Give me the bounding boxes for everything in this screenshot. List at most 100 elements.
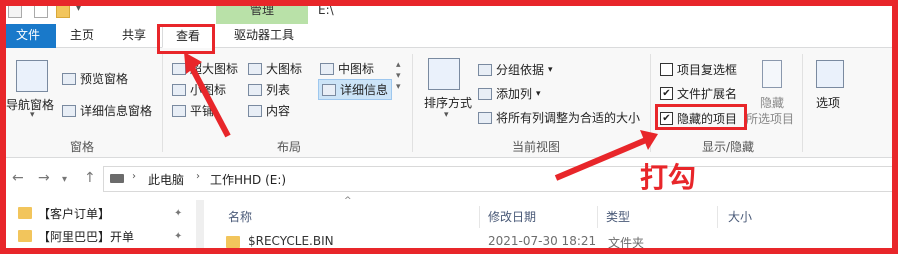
pin-icon[interactable]: ✦ [174, 208, 182, 219]
group-by-icon [478, 63, 492, 76]
group-divider [802, 54, 803, 152]
tab-view[interactable]: 查看 [162, 24, 214, 48]
layout-list[interactable]: 列表 [248, 81, 290, 98]
group-divider [412, 54, 413, 152]
hide-selected-icon [762, 60, 782, 88]
group-divider [162, 54, 163, 152]
size-columns-button[interactable]: 将所有列调整为合适的大小 [478, 109, 640, 126]
hidden-items-checkbox: ✔ [660, 112, 673, 125]
add-columns-button[interactable]: 添加列 ▾ [478, 85, 541, 102]
preview-pane-button[interactable]: 预览窗格 [62, 70, 128, 87]
preview-pane-label: 预览窗格 [80, 72, 129, 86]
options-button[interactable]: 选项 [816, 94, 840, 111]
layout-large-label: 大图标 [266, 62, 303, 76]
annotation-arrow-up [184, 52, 231, 138]
layout-details-label: 详细信息 [340, 83, 389, 97]
column-header-type[interactable]: 类型 [600, 206, 718, 228]
nav-item-label: 【客户订单】 [38, 206, 111, 221]
breadcrumb-drive[interactable]: 工作HHD (E:) [210, 171, 286, 188]
window-title: E:\ [318, 3, 334, 17]
show-hide-group-label: 显示/隐藏 [701, 140, 755, 154]
title-bar [0, 0, 898, 24]
tab-file[interactable]: 文件 [0, 24, 56, 48]
list-icon [248, 83, 262, 96]
hide-selected-label[interactable]: 隐藏 [760, 94, 784, 111]
sort-dropdown-icon[interactable]: ▾ [444, 110, 449, 120]
options-icon [816, 60, 844, 88]
file-type: 文件夹 [608, 236, 645, 250]
large-icons-icon [248, 62, 262, 75]
details-icon [322, 83, 336, 96]
nav-item-customer-orders[interactable]: 【客户订单】 [18, 202, 110, 224]
file-extensions-label: 文件扩展名 [677, 87, 738, 101]
file-extensions-toggle[interactable]: ✔ 文件扩展名 [660, 85, 737, 102]
forward-icon[interactable]: → [38, 170, 50, 186]
nav-pane-scrollbar[interactable] [196, 200, 204, 254]
layout-list-label: 列表 [266, 83, 291, 97]
group-by-button[interactable]: 分组依据 ▾ [478, 61, 553, 78]
tab-manage[interactable]: 管理 [216, 0, 308, 24]
group-by-label: 分组依据 [496, 63, 545, 77]
sort-icon [428, 58, 460, 90]
new-folder-icon[interactable] [56, 4, 70, 18]
folder-icon [18, 230, 32, 242]
layout-content[interactable]: 内容 [248, 102, 290, 119]
breadcrumb-separator-icon: › [196, 171, 200, 182]
add-columns-label: 添加列 [496, 87, 533, 101]
tab-home[interactable]: 主页 [60, 24, 104, 48]
hide-selected-sub-label: 所选项目 [746, 112, 795, 126]
size-columns-label: 将所有列调整为合适的大小 [496, 111, 641, 125]
hidden-items-label: 隐藏的项目 [677, 112, 738, 126]
details-pane-label: 详细信息窗格 [80, 104, 153, 118]
up-icon[interactable]: ↑ [84, 170, 96, 186]
file-extensions-checkbox: ✔ [660, 87, 673, 100]
details-pane-icon [62, 104, 76, 117]
tab-share[interactable]: 共享 [112, 24, 156, 48]
layout-content-label: 内容 [266, 104, 291, 118]
preview-pane-icon [62, 72, 76, 85]
nav-item-alibaba[interactable]: 【阿里巴巴】开单 [18, 225, 134, 247]
drive-icon [110, 174, 124, 183]
pin-icon[interactable]: ✦ [174, 231, 182, 242]
medium-icons-icon [320, 62, 334, 75]
size-columns-icon [478, 111, 492, 124]
recent-dropdown-icon[interactable]: ▾ [62, 174, 67, 185]
layout-medium-label: 中图标 [338, 62, 375, 76]
add-columns-dropdown-icon: ▾ [536, 88, 541, 99]
content-icon [248, 104, 262, 117]
sort-indicator-icon: ^ [344, 196, 352, 206]
layout-large[interactable]: 大图标 [248, 60, 302, 77]
properties-icon[interactable] [34, 4, 48, 18]
layout-medium[interactable]: 中图标 [320, 60, 374, 77]
annotation-check-label: 打勾 [640, 161, 697, 194]
column-header-size[interactable]: 大小 [722, 206, 822, 228]
breadcrumb-separator-icon: › [132, 171, 136, 182]
quick-access-dropdown-icon[interactable]: ▾ [76, 3, 81, 14]
file-name[interactable]: $RECYCLE.BIN [248, 234, 334, 248]
file-modified: 2021-07-30 18:21 [488, 234, 597, 248]
panes-group-label: 窗格 [69, 140, 94, 154]
layout-scroll-icon[interactable]: ▴ ▾ ▾ [396, 60, 401, 93]
item-checkboxes-toggle[interactable]: 项目复选框 [660, 61, 737, 78]
back-icon[interactable]: ← [12, 170, 24, 186]
column-header-name[interactable]: 名称 [222, 206, 480, 228]
nav-pane-icon [16, 60, 48, 92]
folder-icon [18, 207, 32, 219]
nav-pane-dropdown-icon[interactable]: ▾ [30, 110, 35, 120]
hidden-items-toggle[interactable]: ✔ 隐藏的项目 [660, 110, 737, 127]
sort-by-button[interactable]: 排序方式 [424, 94, 472, 111]
layout-group-label: 布局 [276, 140, 301, 154]
item-checkboxes-label: 项目复选框 [677, 63, 738, 77]
breadcrumb-this-pc[interactable]: 此电脑 [148, 171, 184, 188]
nav-item-label: 【阿里巴巴】开单 [38, 229, 135, 244]
layout-details[interactable]: 详细信息 [318, 79, 393, 100]
details-pane-button[interactable]: 详细信息窗格 [62, 102, 152, 119]
column-header-modified[interactable]: 修改日期 [482, 206, 598, 228]
add-columns-icon [478, 87, 492, 100]
tab-drive-tools[interactable]: 驱动器工具 [222, 24, 306, 48]
folder-icon [226, 236, 240, 248]
group-by-dropdown-icon: ▾ [548, 64, 553, 75]
sort-by-label: 排序方式 [424, 96, 473, 110]
app-icon [8, 4, 22, 18]
item-checkboxes-checkbox [660, 63, 673, 76]
